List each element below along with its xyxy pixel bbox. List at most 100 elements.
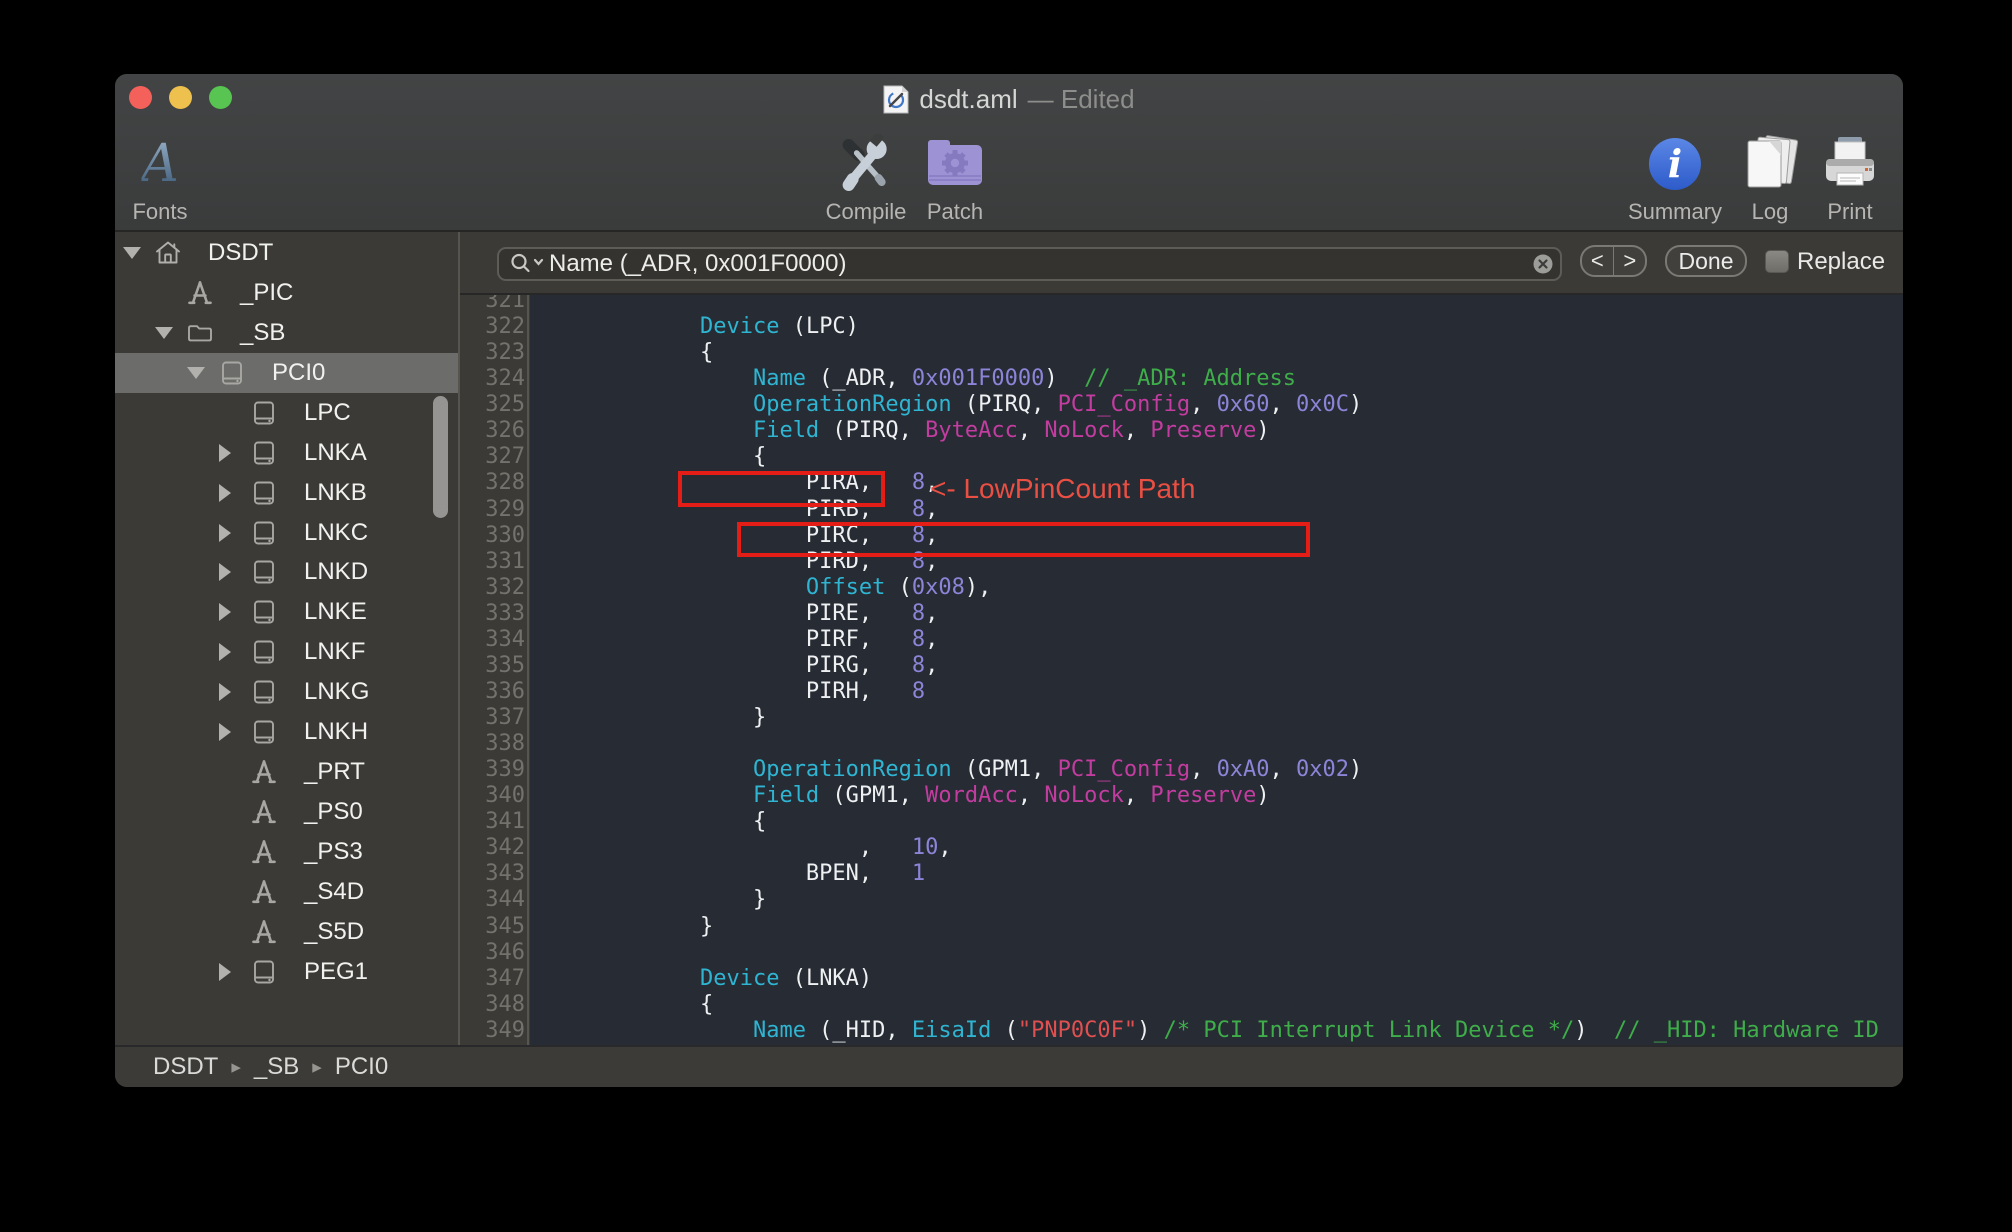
line-number: 321 — [485, 295, 525, 313]
sidebar-item-_ps0[interactable]: _PS0 — [115, 792, 477, 832]
search-field[interactable] — [497, 247, 1562, 281]
find-nav-segmented: < > — [1580, 245, 1647, 277]
breadcrumb-item-dsdt[interactable]: DSDT — [153, 1053, 218, 1081]
home-icon-slot — [153, 238, 208, 268]
device-icon-slot — [217, 358, 272, 388]
disclosure-closed-icon[interactable] — [219, 723, 249, 742]
sidebar-item-_prt[interactable]: _PRT — [115, 752, 477, 792]
line-number: 340 — [485, 783, 525, 809]
sidebar-item-lnka[interactable]: LNKA — [115, 433, 477, 473]
code-editor[interactable]: Device (LPC) { Name (_ADR, 0x001F0000) /… — [530, 295, 1903, 1045]
tree-item-label: _PS3 — [304, 838, 363, 866]
code-line: { — [594, 444, 767, 470]
method-icon-slot — [249, 757, 304, 787]
sidebar-item-lnke[interactable]: LNKE — [115, 592, 477, 632]
compile-button[interactable]: Compile — [826, 124, 906, 224]
device-icon-slot — [249, 597, 304, 627]
tree-item-label: LNKA — [304, 438, 367, 466]
method-icon — [188, 281, 212, 305]
path-bar: DSDT ▸ _SB ▸ PCI0 — [115, 1045, 1903, 1087]
sidebar-item-lnkf[interactable]: LNKF — [115, 632, 477, 672]
code-line: } — [594, 913, 714, 939]
replace-checkbox[interactable] — [1765, 250, 1789, 273]
method-icon — [252, 920, 276, 944]
annotation-box-device-lpc — [678, 471, 885, 507]
device-icon-slot — [249, 677, 304, 707]
disclosure-closed-icon[interactable] — [219, 483, 249, 502]
line-number: 336 — [485, 678, 525, 704]
device-icon — [254, 600, 274, 624]
annotation-arrow-text: <- LowPinCount Path — [930, 473, 1196, 504]
search-input[interactable] — [549, 250, 1533, 278]
sidebar-item-_s4d[interactable]: _S4D — [115, 872, 477, 912]
sidebar-item-lnkd[interactable]: LNKD — [115, 553, 477, 593]
line-number: 328 — [485, 470, 525, 496]
tree-item-label: LNKE — [304, 598, 367, 626]
device-icon — [254, 680, 274, 704]
summary-info-icon: i — [1649, 138, 1701, 190]
line-number: 339 — [485, 757, 525, 783]
patch-button[interactable]: Patch — [924, 124, 986, 224]
annotation-box-name-adr — [737, 522, 1310, 557]
device-icon-slot — [249, 398, 304, 428]
log-button[interactable]: Log — [1740, 124, 1800, 224]
sidebar-item-pci0[interactable]: PCI0 — [115, 352, 477, 393]
device-icon-slot — [249, 637, 304, 667]
tree-item-label: _PRT — [304, 758, 365, 786]
clear-search-button[interactable] — [1533, 254, 1553, 274]
device-icon — [254, 640, 274, 664]
code-line: Field (PIRQ, ByteAcc, NoLock, Preserve) — [752, 418, 1270, 444]
tree-item-label: PEG1 — [304, 957, 369, 985]
breadcrumb: DSDT ▸ _SB ▸ PCI0 — [153, 1053, 388, 1081]
line-number: 344 — [485, 887, 525, 913]
find-next-button[interactable]: > — [1614, 247, 1645, 275]
line-number: 331 — [485, 548, 525, 574]
sidebar-item-lnkc[interactable]: LNKC — [115, 513, 477, 553]
method-icon — [252, 880, 276, 904]
compile-tools-icon — [842, 134, 887, 191]
breadcrumb-item-_sb[interactable]: _SB — [254, 1053, 299, 1081]
line-number: 332 — [485, 574, 525, 600]
disclosure-open-icon[interactable] — [123, 246, 153, 259]
folder-icon — [188, 325, 212, 342]
sidebar-item-lnkg[interactable]: LNKG — [115, 672, 477, 712]
done-button[interactable]: Done — [1665, 245, 1747, 277]
search-menu-icon[interactable] — [509, 252, 549, 276]
title-edited-suffix: — Edited — [1027, 83, 1135, 114]
find-previous-button[interactable]: < — [1582, 247, 1613, 275]
disclosure-open-icon[interactable] — [187, 366, 217, 379]
sidebar-item-_sb[interactable]: _SB — [115, 313, 477, 353]
disclosure-closed-icon[interactable] — [219, 643, 249, 662]
code-line: , 10, — [594, 835, 952, 861]
device-icon-slot — [249, 957, 304, 987]
disclosure-open-icon[interactable] — [155, 326, 185, 339]
patch-folder-icon — [928, 140, 982, 185]
sidebar-item-lpc[interactable]: LPC — [115, 393, 477, 433]
sidebar-scrollbar-thumb[interactable] — [433, 396, 448, 518]
maciasl-window: dsdt.aml — Edited A Fonts Compile Patch … — [115, 74, 1903, 1087]
device-icon-slot — [249, 717, 304, 747]
method-icon-slot — [249, 797, 304, 827]
fonts-button[interactable]: A Fonts — [132, 124, 187, 224]
disclosure-closed-icon[interactable] — [219, 683, 249, 702]
disclosure-closed-icon[interactable] — [219, 962, 249, 981]
disclosure-closed-icon[interactable] — [219, 603, 249, 622]
sidebar-item-lnkb[interactable]: LNKB — [115, 473, 477, 513]
sidebar-item-_pic[interactable]: _PIC — [115, 273, 477, 313]
sidebar-item-_s5d[interactable]: _S5D — [115, 912, 477, 952]
sidebar-item-_ps3[interactable]: _PS3 — [115, 832, 477, 872]
tree-item-label: _SB — [240, 318, 286, 346]
sidebar-item-lnkh[interactable]: LNKH — [115, 712, 477, 752]
folder-icon-slot — [185, 318, 240, 348]
device-icon — [254, 401, 274, 425]
sidebar-item-dsdt[interactable]: DSDT — [115, 233, 477, 273]
device-icon — [254, 521, 274, 544]
print-button[interactable]: Print — [1821, 124, 1879, 224]
disclosure-closed-icon[interactable] — [219, 523, 249, 542]
disclosure-closed-icon[interactable] — [219, 563, 249, 582]
disclosure-closed-icon[interactable] — [219, 443, 249, 462]
summary-button[interactable]: i Summary — [1628, 124, 1722, 224]
breadcrumb-item-pci0[interactable]: PCI0 — [335, 1053, 388, 1081]
sidebar-item-peg1[interactable]: PEG1 — [115, 952, 477, 992]
method-icon — [252, 760, 276, 784]
